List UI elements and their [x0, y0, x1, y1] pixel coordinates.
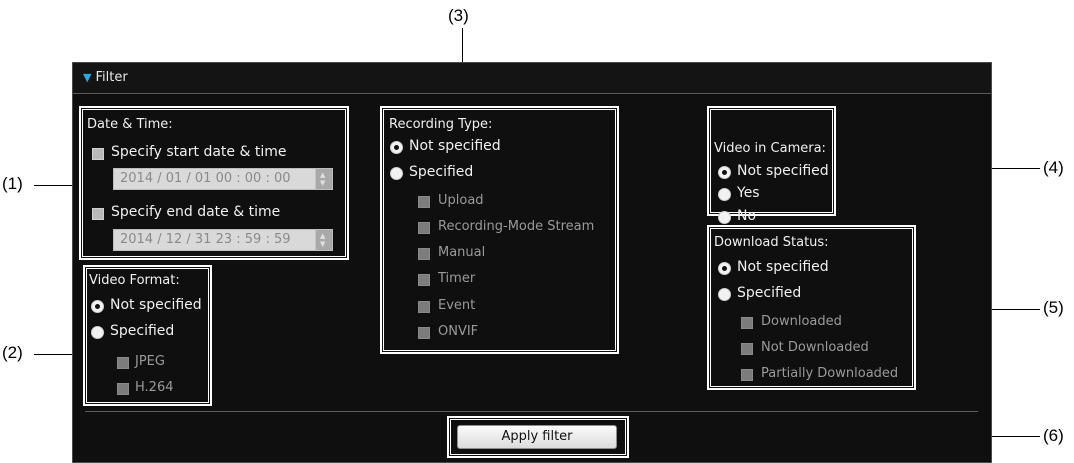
video-in-camera-no-label: No [737, 208, 757, 224]
video-format-specified-label: Specified [110, 323, 175, 339]
footer-divider [85, 411, 978, 412]
timer-label: Timer [438, 271, 476, 286]
spinner-up-icon[interactable]: ▲ [320, 233, 325, 240]
not-downloaded-label: Not Downloaded [761, 340, 869, 355]
spinner-up-icon[interactable]: ▲ [320, 172, 325, 179]
download-status-heading: Download Status: [714, 235, 829, 250]
start-date-checkbox[interactable] [92, 148, 104, 160]
start-date-label: Specify start date & time [111, 144, 287, 160]
download-status-specified-radio[interactable] [718, 288, 731, 301]
downloaded-checkbox[interactable] [741, 317, 753, 329]
onvif-checkbox[interactable] [418, 327, 430, 339]
jpeg-checkbox[interactable] [117, 357, 129, 369]
callout-5: (5) [1043, 298, 1064, 317]
download-status-specified-label: Specified [737, 285, 802, 301]
partially-downloaded-checkbox[interactable] [741, 369, 753, 381]
partially-downloaded-label: Partially Downloaded [761, 366, 899, 381]
video-format-not-specified-radio[interactable] [91, 300, 104, 313]
end-datetime-spinner[interactable]: ▲ ▼ [315, 230, 332, 250]
video-in-camera-not-specified-radio[interactable] [718, 166, 731, 179]
upload-label: Upload [438, 193, 484, 208]
download-status-not-specified-radio[interactable] [718, 262, 731, 275]
event-checkbox[interactable] [418, 301, 430, 313]
video-format-not-specified-label: Not specified [110, 297, 202, 313]
manual-checkbox[interactable] [418, 248, 430, 260]
downloaded-label: Downloaded [761, 314, 842, 329]
recording-type-not-specified-label: Not specified [409, 138, 501, 154]
recording-mode-stream-label: Recording-Mode Stream [438, 219, 595, 234]
jpeg-label: JPEG [135, 354, 165, 369]
recording-type-heading: Recording Type: [389, 117, 493, 132]
video-in-camera-yes-radio[interactable] [718, 188, 731, 201]
upload-checkbox[interactable] [418, 196, 430, 208]
end-date-checkbox[interactable] [92, 208, 104, 220]
expand-triangle-icon[interactable]: ▼ [83, 71, 91, 84]
video-in-camera-no-radio[interactable] [718, 211, 731, 224]
callout-1: (1) [2, 174, 23, 193]
callout-3: (3) [448, 6, 469, 25]
callout-6: (6) [1043, 426, 1064, 445]
end-date-label: Specify end date & time [111, 204, 281, 220]
video-in-camera-yes-label: Yes [737, 185, 760, 201]
download-status-not-specified-label: Not specified [737, 259, 829, 275]
recording-mode-stream-checkbox[interactable] [418, 222, 430, 234]
filter-panel: ▼ Filter Date & Time: Specify start date … [72, 62, 992, 463]
spinner-down-icon[interactable]: ▼ [320, 180, 325, 187]
recording-type-specified-radio[interactable] [390, 167, 403, 180]
h264-label: H.264 [135, 380, 174, 395]
event-label: Event [438, 298, 476, 313]
recording-type-not-specified-radio[interactable] [390, 141, 403, 154]
not-downloaded-checkbox[interactable] [741, 343, 753, 355]
h264-checkbox[interactable] [117, 383, 129, 395]
start-datetime-field[interactable]: 2014 / 01 / 01 00 : 00 : 00 ▲ ▼ [113, 168, 333, 190]
timer-checkbox[interactable] [418, 274, 430, 286]
end-datetime-field[interactable]: 2014 / 12 / 31 23 : 59 : 59 ▲ ▼ [113, 229, 333, 251]
video-format-heading: Video Format: [89, 273, 180, 288]
manual-label: Manual [438, 245, 486, 260]
end-datetime-value: 2014 / 12 / 31 23 : 59 : 59 [120, 232, 291, 247]
video-format-specified-radio[interactable] [91, 326, 104, 339]
filter-header[interactable]: ▼ Filter [73, 63, 991, 94]
spinner-down-icon[interactable]: ▼ [320, 241, 325, 248]
apply-filter-button[interactable]: Apply filter [457, 425, 617, 449]
recording-type-specified-label: Specified [409, 164, 474, 180]
video-in-camera-not-specified-label: Not specified [737, 163, 829, 179]
filter-title: Filter [95, 70, 128, 85]
callout-4: (4) [1043, 158, 1064, 177]
onvif-label: ONVIF [438, 324, 479, 339]
start-datetime-value: 2014 / 01 / 01 00 : 00 : 00 [120, 171, 291, 186]
date-time-heading: Date & Time: [87, 117, 173, 132]
video-in-camera-heading: Video in Camera: [714, 141, 826, 156]
start-datetime-spinner[interactable]: ▲ ▼ [315, 169, 332, 189]
callout-2: (2) [2, 343, 23, 362]
